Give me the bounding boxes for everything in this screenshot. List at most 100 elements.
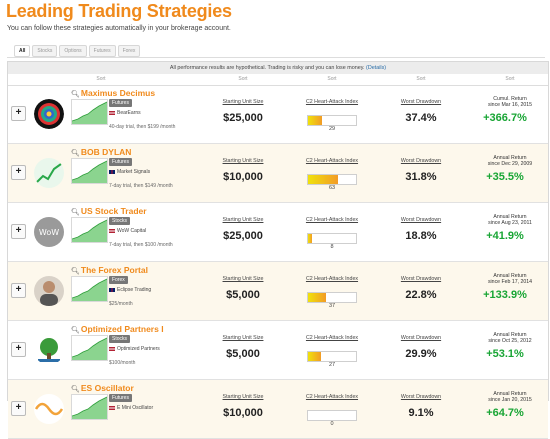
expand-button[interactable]: +	[11, 165, 26, 180]
heart-attack-bar	[307, 292, 357, 303]
heart-attack-bar	[307, 410, 357, 421]
return-since: since Feb 17, 2014	[487, 279, 533, 285]
heart-attack-value: 29	[328, 126, 336, 132]
tab-futures[interactable]: Futures	[88, 45, 116, 57]
drawdown-value: 37.4%	[405, 112, 437, 124]
strategy-name[interactable]: The Forex Portal	[81, 265, 148, 275]
expand-button[interactable]: +	[11, 283, 26, 298]
performance-sparkline[interactable]	[71, 394, 108, 420]
vendor-name: WoW Capital	[117, 228, 147, 234]
return-header: Annual Return since Feb 17, 2014	[470, 273, 550, 285]
expand-button[interactable]: +	[11, 401, 26, 416]
sort-name[interactable]: Sort	[71, 74, 131, 85]
sort-unit[interactable]: Sort	[213, 74, 273, 85]
unit-size-label: Starting Unit Size	[222, 99, 264, 105]
heart-attack-label: C2 Heart-Attack Index	[305, 276, 359, 282]
strategy-name-link[interactable]: 🔍︎Maximus Decimus	[71, 88, 155, 98]
magnifier-icon[interactable]: 🔍︎	[71, 386, 80, 393]
return-header: Annual Return since Dec 29, 2009	[470, 155, 550, 167]
performance-sparkline[interactable]	[71, 217, 108, 243]
tab-forex[interactable]: Forex	[117, 45, 141, 57]
heart-attack-value: 63	[328, 185, 336, 191]
strategy-logo	[34, 394, 64, 424]
strategy-row[interactable]: + 🔍︎ES Oscillator Futures E Mini Oscillator…	[8, 380, 548, 439]
sort-drawdown[interactable]: Sort	[391, 74, 451, 85]
heart-attack-label: C2 Heart-Attack Index	[305, 394, 359, 400]
strategy-name-link[interactable]: 🔍︎Optimized Partners I	[71, 324, 164, 334]
magnifier-icon[interactable]: 🔍︎	[71, 327, 80, 334]
performance-sparkline[interactable]	[71, 99, 108, 125]
strategy-name-link[interactable]: 🔍︎US Stock Trader	[71, 206, 147, 216]
tab-all[interactable]: All	[14, 45, 31, 57]
heart-attack-bar	[307, 115, 357, 126]
return-value: +133.9%	[483, 289, 527, 301]
strategy-logo	[34, 158, 64, 188]
return-header: Annual Return since Aug 23, 2011	[470, 214, 550, 226]
drawdown-label: Worst Drawdown	[400, 276, 442, 282]
strategy-row[interactable]: + 🔍︎Maximus Decimus Futures BearEarns 40-day…	[8, 85, 548, 144]
asset-class-badge: Stocks	[109, 335, 131, 343]
strategy-name[interactable]: Maximus Decimus	[81, 88, 155, 98]
heart-attack-value: 37	[328, 303, 336, 309]
performance-sparkline[interactable]	[71, 276, 108, 302]
flag-icon	[109, 287, 115, 292]
page-title: Leading Trading Strategies	[6, 1, 232, 21]
vendor-label: Optimized Partners	[109, 346, 160, 352]
strategy-name[interactable]: BOB DYLAN	[81, 147, 132, 157]
asset-class-badge: Futures	[109, 158, 132, 166]
drawdown-label: Worst Drawdown	[400, 394, 442, 400]
return-value: +64.7%	[486, 407, 524, 419]
strategy-name[interactable]: Optimized Partners I	[81, 324, 164, 334]
heart-attack-label: C2 Heart-Attack Index	[305, 217, 359, 223]
performance-sparkline[interactable]	[71, 158, 108, 184]
expand-button[interactable]: +	[11, 106, 26, 121]
heart-attack-label: C2 Heart-Attack Index	[305, 335, 359, 341]
sort-return[interactable]: Sort	[480, 74, 540, 85]
strategy-row[interactable]: + 🔍︎Optimized Partners I Stocks Optimized P…	[8, 321, 548, 380]
return-header: Annual Return since Jan 20, 2015	[470, 391, 550, 403]
heart-attack-fill	[308, 293, 326, 302]
strategy-name-link[interactable]: 🔍︎BOB DYLAN	[71, 147, 131, 157]
drawdown-label: Worst Drawdown	[400, 99, 442, 105]
heart-attack-value: 0	[330, 421, 334, 427]
strategy-row[interactable]: + WoW 🔍︎US Stock Trader Stocks WoW Capital 7-…	[8, 203, 548, 262]
strategy-row[interactable]: + 🔍︎The Forex Portal Forex Eclipse Trading $…	[8, 262, 548, 321]
vendor-name: BearEarns	[117, 110, 141, 116]
drawdown-label: Worst Drawdown	[400, 217, 442, 223]
details-link[interactable]: (Details)	[366, 65, 386, 71]
tab-options[interactable]: Options	[59, 45, 87, 57]
drawdown-value: 29.9%	[405, 348, 437, 360]
disclaimer-text: All performance results are hypothetical…	[169, 65, 365, 71]
strategy-name[interactable]: ES Oscillator	[81, 383, 134, 393]
heart-attack-label: C2 Heart-Attack Index	[305, 99, 359, 105]
tab-divider	[7, 57, 545, 58]
magnifier-icon[interactable]: 🔍︎	[71, 209, 80, 216]
expand-button[interactable]: +	[11, 224, 26, 239]
heart-attack-bar	[307, 351, 357, 362]
asset-class-badge: Futures	[109, 99, 132, 107]
strategy-logo	[34, 99, 64, 129]
strategy-name-link[interactable]: 🔍︎ES Oscillator	[71, 383, 134, 393]
performance-sparkline[interactable]	[71, 335, 108, 361]
strategy-name[interactable]: US Stock Trader	[81, 206, 147, 216]
magnifier-icon[interactable]: 🔍︎	[71, 150, 80, 157]
strategy-name-link[interactable]: 🔍︎The Forex Portal	[71, 265, 148, 275]
return-value: +53.1%	[486, 348, 524, 360]
heart-attack-value: 8	[330, 244, 334, 250]
strategy-row[interactable]: + 🔍︎BOB DYLAN Futures Market Signals 7-day t…	[8, 144, 548, 203]
sort-heart[interactable]: Sort	[302, 74, 362, 85]
return-header: Cumul. Return since Mar 16, 2015	[470, 96, 550, 108]
unit-size-label: Starting Unit Size	[222, 158, 264, 164]
tab-stocks[interactable]: Stocks	[32, 45, 58, 57]
expand-button[interactable]: +	[11, 342, 26, 357]
unit-size-value: $5,000	[226, 289, 260, 301]
unit-size-value: $25,000	[223, 112, 263, 124]
vendor-label: WoW Capital	[109, 228, 146, 234]
magnifier-icon[interactable]: 🔍︎	[71, 91, 80, 98]
unit-size-value: $10,000	[223, 171, 263, 183]
magnifier-icon[interactable]: 🔍︎	[71, 268, 80, 275]
asset-class-badge: Forex	[109, 276, 128, 284]
unit-size-value: $10,000	[223, 407, 263, 419]
strategy-logo	[34, 335, 64, 365]
drawdown-value: 18.8%	[405, 230, 437, 242]
